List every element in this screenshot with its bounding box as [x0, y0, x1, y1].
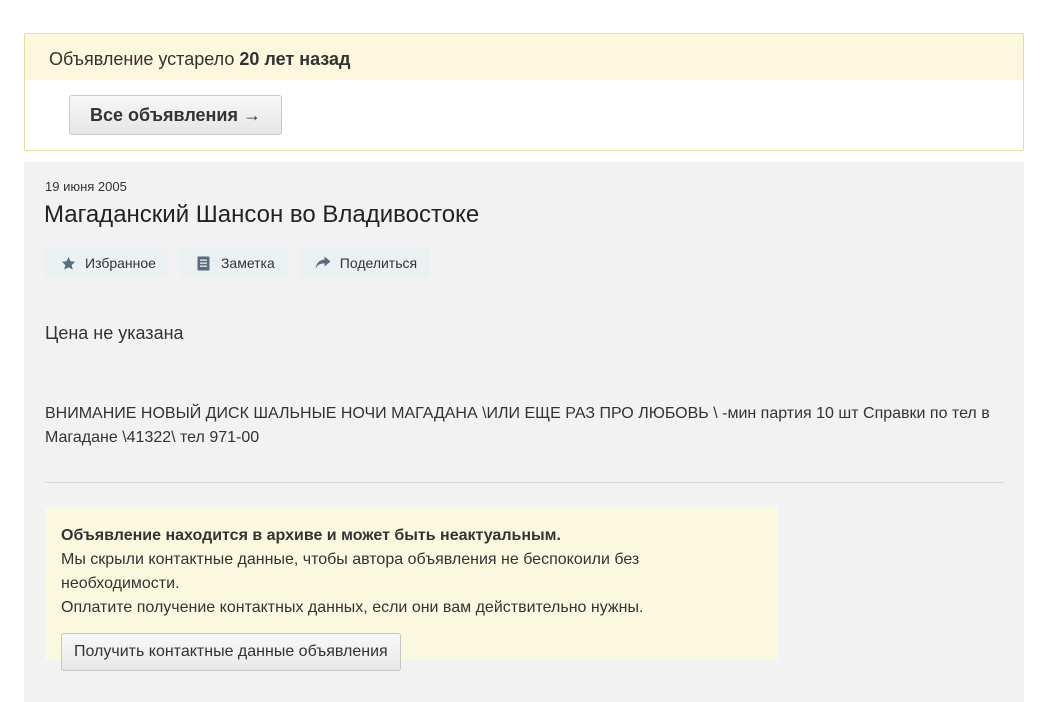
ad-card: 19 июня 2005 Магаданский Шансон во Влади… [24, 162, 1024, 702]
outdated-message: Объявление устарело 20 лет назад [25, 34, 1023, 80]
share-icon [315, 255, 331, 271]
favorite-button[interactable]: Избранное [44, 248, 169, 278]
outdated-prefix: Объявление устарело [49, 49, 235, 69]
favorite-label: Избранное [85, 255, 156, 271]
get-contacts-button[interactable]: Получить контактные данные объявления [61, 633, 401, 671]
note-label: Заметка [220, 255, 275, 271]
archive-heading: Объявление находится в архиве и может бы… [61, 527, 561, 544]
ad-actions: Избранное Заметка Поделиться [44, 248, 431, 278]
outdated-banner: Объявление устарело 20 лет назад Все объ… [24, 33, 1024, 151]
share-label: Поделиться [339, 255, 418, 271]
archive-notice: Объявление находится в архиве и может бы… [45, 507, 778, 671]
note-button[interactable]: Заметка [179, 248, 288, 278]
ad-date: 19 июня 2005 [45, 179, 127, 194]
star-icon [60, 255, 76, 271]
note-icon [196, 255, 212, 271]
all-ads-button[interactable]: Все объявления → [69, 95, 282, 135]
outdated-age: 20 лет назад [239, 49, 351, 69]
ad-description: ВНИМАНИЕ НОВЫЙ ДИСК ШАЛЬНЫЕ НОЧИ МАГАДАН… [45, 405, 990, 446]
archive-line-1: Мы скрыли контактные данные, чтобы автор… [61, 551, 640, 592]
share-button[interactable]: Поделиться [298, 248, 431, 278]
ad-price: Цена не указана [45, 323, 184, 343]
archive-line-2: Оплатите получение контактных данных, ес… [61, 599, 644, 616]
divider [45, 482, 1004, 483]
ad-title: Магаданский Шансон во Владивостоке [44, 201, 480, 228]
